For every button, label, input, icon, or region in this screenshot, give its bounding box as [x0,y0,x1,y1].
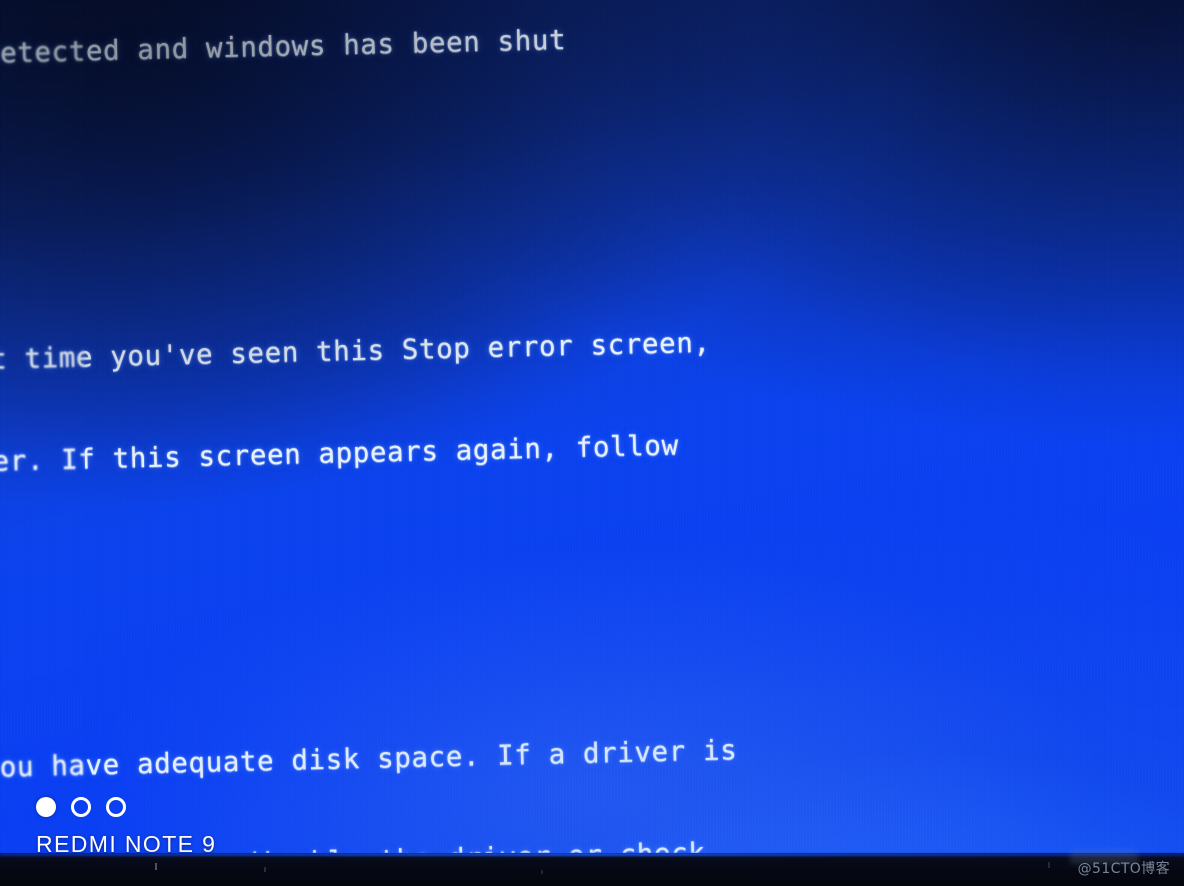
site-watermark: @51CTO博客 [1077,861,1170,877]
bsod-line: r computer. [0,105,1184,178]
camera-dot-active [36,797,56,817]
bezel-speck [1048,862,1050,868]
camera-mode-dots [36,797,126,817]
bsod-photograph: lem has been detected and windows has be… [0,0,1184,886]
bsod-line: steps: [0,513,1184,586]
bsod-text-block: lem has been detected and windows has be… [0,0,1184,858]
monitor-bezel [0,853,1184,886]
bsod-line-blank [0,615,1184,688]
bezel-speck [155,863,157,870]
bsod-line: to be sure you have adequate disk space.… [0,734,738,784]
bezel-speck [264,867,266,872]
camera-dot-inactive [71,797,91,817]
bsod-line: lem has been detected and windows has be… [0,23,567,70]
camera-dot-inactive [106,797,126,817]
bsod-line: s is the first time you've seen this Sto… [0,326,711,378]
monitor-screen: lem has been detected and windows has be… [0,0,1184,858]
bsod-line: t your computer. If this screen appears … [0,429,680,481]
bezel-speck [541,870,543,874]
bsod-line-blank [0,207,1184,280]
